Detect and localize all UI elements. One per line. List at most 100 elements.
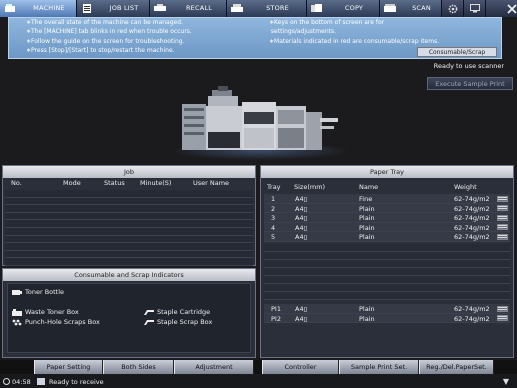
tray-number: PI1	[271, 305, 281, 313]
paper-weight: 62-74g/m2	[454, 305, 490, 313]
info-left-text: ∗The overall state of the machine can be…	[26, 18, 192, 56]
scroll-down-icon[interactable]: ▼	[503, 377, 509, 386]
consumable-label: Toner Bottle	[25, 288, 65, 296]
portrait-orientation-icon: ▯	[303, 314, 308, 323]
info-line: ∗The [MACHINE] tab blinks in red when tr…	[26, 28, 192, 36]
consumable-item[interactable]: Staple Cartridge	[144, 308, 210, 316]
list-item[interactable]	[5, 205, 253, 213]
job-panel-title: Job	[3, 166, 255, 178]
table-row[interactable]: 4 A4▯ Plain 62-74g/m2	[264, 222, 510, 232]
tray-size: A4▯	[295, 314, 308, 323]
tray-number: PI2	[271, 314, 281, 323]
paper-weight: 62-74g/m2	[454, 195, 490, 203]
toner-bottle-icon	[12, 289, 22, 295]
paper-weight: 62-74g/m2	[454, 214, 490, 222]
list-item[interactable]	[5, 220, 253, 228]
consumables-body: Toner Bottle Waste Toner Box Punch-Hole …	[7, 283, 251, 353]
list-item[interactable]	[5, 190, 253, 198]
consumable-item[interactable]: Toner Bottle	[12, 288, 64, 296]
empty-row	[264, 260, 510, 268]
consumable-scrap-button[interactable]: Consumable/Scrap	[417, 47, 497, 57]
empty-row	[264, 292, 510, 300]
status-message: Ready to receive	[49, 378, 104, 386]
recall-icon	[154, 4, 166, 11]
tray-number: 2	[271, 204, 276, 213]
table-row[interactable]: 3 A4▯ Plain 62-74g/m2	[264, 213, 510, 223]
gear-icon	[448, 4, 457, 13]
tab-machine[interactable]: MACHINE	[0, 0, 77, 17]
paper-level-icon	[497, 305, 508, 312]
both-sides-button[interactable]: Both Sides	[103, 360, 174, 374]
function-bar-gap	[254, 360, 262, 374]
copy-icon	[311, 4, 322, 12]
display-button[interactable]	[464, 0, 486, 17]
sample-print-set-button[interactable]: Sample Print Set.	[339, 360, 419, 374]
job-list	[5, 190, 253, 266]
paper-level-icon	[497, 315, 508, 321]
paper-name: Plain	[359, 233, 375, 241]
empty-row	[264, 276, 510, 284]
list-item[interactable]	[5, 250, 253, 259]
controller-button[interactable]: Controller	[262, 360, 339, 374]
table-row[interactable]: PI2 A4▯ Plain 62-74g/m2	[264, 313, 510, 323]
paper-level-icon	[497, 205, 508, 211]
paper-weight: 62-74g/m2	[454, 233, 490, 241]
tab-label: RECALL	[185, 4, 213, 12]
tab-job-list[interactable]: JOB LIST	[77, 0, 150, 17]
tray-number: 5	[271, 233, 276, 241]
paper-name: Fine	[359, 195, 373, 203]
machine-icon	[5, 4, 15, 12]
consumable-item[interactable]: Staple Scrap Box	[144, 318, 212, 326]
tray-size: A4▯	[295, 195, 308, 203]
execute-sample-print-button[interactable]: Execute Sample Print	[427, 77, 513, 90]
job-column-headers: No. Mode Status Minute(S) User Name	[3, 178, 255, 188]
settings-button[interactable]	[442, 0, 464, 17]
punch-hole-scraps-icon	[12, 319, 22, 325]
reg-del-paper-set-button[interactable]: Reg./Del.PaperSet.	[419, 360, 494, 374]
job-list-icon	[83, 4, 91, 13]
column-header: Name	[359, 183, 379, 191]
table-row[interactable]: 1 A4▯ Fine 62-74g/m2	[264, 194, 510, 204]
list-item[interactable]	[5, 212, 253, 221]
close-screen-button[interactable]	[486, 0, 517, 17]
network-icon	[37, 378, 45, 385]
table-row[interactable]: PI1 A4▯ Plain 62-74g/m2	[264, 304, 510, 314]
tab-label: STORE	[266, 4, 289, 12]
info-right-text: ∗Keys on the bottom of screen are for se…	[269, 18, 439, 46]
info-line: settings/adjustments.	[269, 28, 337, 36]
tray-size: A4▯	[295, 305, 308, 313]
consumable-item[interactable]: Punch-Hole Scraps Box	[12, 318, 100, 326]
empty-row	[264, 268, 510, 276]
paper-name: Plain	[359, 223, 375, 232]
tab-store[interactable]: STORE	[227, 0, 307, 17]
list-item[interactable]	[5, 197, 253, 206]
consumable-item[interactable]: Waste Toner Box	[12, 308, 79, 316]
tray-size: A4▯	[295, 214, 308, 222]
info-line: ∗Keys on the bottom of screen are for	[269, 19, 385, 26]
list-item[interactable]	[5, 243, 253, 251]
tray-list: 1 A4▯ Fine 62-74g/m2 2 A4▯ Plain 62-74g/…	[264, 194, 510, 244]
paper-setting-button[interactable]: Paper Setting	[34, 360, 103, 374]
table-row[interactable]: 2 A4▯ Plain 62-74g/m2	[264, 203, 510, 213]
consumable-label: Staple Cartridge	[157, 308, 211, 316]
column-header: No.	[11, 179, 22, 187]
tab-scan[interactable]: SCAN	[380, 0, 442, 17]
paper-level-icon	[497, 224, 508, 230]
adjustment-button[interactable]: Adjustment	[174, 360, 254, 374]
paper-level-icon	[497, 195, 508, 202]
list-item[interactable]	[5, 258, 253, 266]
paper-name: Plain	[359, 204, 375, 213]
paper-name: Plain	[359, 305, 375, 313]
consumable-label: Waste Toner Box	[25, 308, 79, 316]
tray-size: A4▯	[295, 223, 308, 232]
tray-column-headers: Tray Size(mm) Name Weight	[261, 182, 513, 192]
paper-name: Plain	[359, 214, 375, 222]
tab-copy[interactable]: COPY	[307, 0, 380, 17]
tab-recall[interactable]: RECALL	[150, 0, 227, 17]
function-bar-spacer	[0, 360, 34, 374]
paper-weight: 62-74g/m2	[454, 204, 490, 213]
list-item[interactable]	[5, 235, 253, 244]
table-row[interactable]: 5 A4▯ Plain 62-74g/m2	[264, 232, 510, 242]
list-item[interactable]	[5, 227, 253, 236]
printer-machine-image	[182, 86, 338, 150]
